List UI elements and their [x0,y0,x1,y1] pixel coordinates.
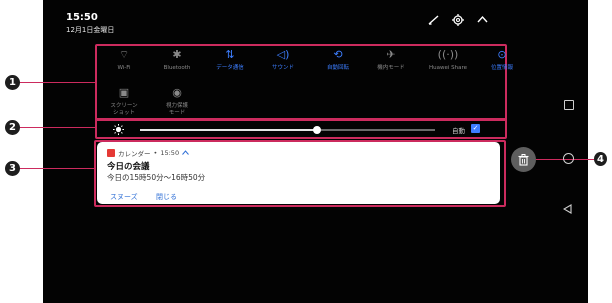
mobile-data-icon: ⇅ [225,48,235,61]
quick-toggle-label: 自動回転 [326,65,349,71]
auto-rotate-icon: ⟲ [333,48,343,61]
recent-apps-button[interactable] [564,100,574,110]
quick-toggle-7[interactable]: ⊙ 位置情報 [473,49,531,72]
quick-toggle-0[interactable]: ⌔ Wi-Fi [95,49,153,72]
notification-header: カレンダー • 15:50 [107,148,189,158]
quick-toggle-6[interactable]: ((·)) Huawei Share [419,49,477,72]
quick-toggle-label: 機内モード [377,65,405,71]
gear-icon[interactable] [452,14,464,28]
status-date: 12月1日金曜日 [66,26,115,34]
notification-title: 今日の会議 [107,162,150,172]
huawei-share-icon: ((·)) [437,48,459,61]
dismiss-button[interactable]: 閉じる [156,192,177,202]
home-button[interactable] [563,153,574,164]
status-time: 15:50 [66,12,98,23]
quick-toggle-5[interactable]: ✈ 機内モード [362,49,420,72]
quick-toggle-label: Huawei Share [428,65,468,71]
quick-toggle-label: Wi-Fi [117,65,131,71]
quick-toggle-label: サウンド [271,65,294,71]
quick-toggle-label: 位置情報 [490,65,513,71]
callout-line-1 [19,82,95,83]
quick-toggle-4[interactable]: ⟲ 自動回転 [309,49,367,72]
notification-separator: • [153,149,158,157]
screenshot-icon: ▣ [118,86,130,99]
notification-card[interactable]: カレンダー • 15:50 今日の会議 今日の15時50分～16時50分 スヌー… [97,142,500,204]
notification-app-name: カレンダー [118,150,151,158]
quick-toggle-9[interactable]: ◉ 視力保護 モード [148,87,206,117]
sound-icon: ◁) [276,48,290,61]
brightness-slider[interactable] [140,126,435,134]
callout-line-2 [19,127,95,128]
auto-brightness-label: 自動 [452,127,465,135]
callout-number-4: 4 [594,152,607,166]
quick-toggle-label: データ通信 [216,65,244,71]
brightness-slider-fill [140,129,317,131]
brightness-slider-thumb[interactable] [313,126,321,134]
clear-notifications-button[interactable] [511,147,536,172]
quick-toggle-label: Bluetooth [163,65,191,71]
bluetooth-icon: ✱ [172,48,182,61]
airplane-icon: ✈ [386,48,396,61]
location-icon: ⊙ [497,48,507,61]
snooze-button[interactable]: スヌーズ [110,192,138,202]
notification-body: 今日の15時50分～16時50分 [107,173,206,182]
notification-time: 15:50 [160,149,180,157]
callout-line-3 [19,168,94,169]
quick-toggle-8[interactable]: ▣ スクリーン ショット [95,87,153,117]
quick-toggle-label: スクリーン ショット [110,103,138,116]
back-button[interactable] [562,204,572,217]
quick-toggle-label: 視力保護 モード [165,103,188,116]
callout-number-1: 1 [5,75,20,90]
quick-toggle-1[interactable]: ✱ Bluetooth [148,49,206,72]
quick-toggle-2[interactable]: ⇅ データ通信 [201,49,259,72]
expand-chevron-icon[interactable] [182,149,189,157]
auto-brightness-checkbox[interactable]: ✓ [471,124,480,133]
callout-number-3: 3 [5,161,20,176]
quick-toggle-3[interactable]: ◁) サウンド [254,49,312,72]
brightness-icon [113,124,124,138]
chevron-up-icon[interactable] [477,14,488,27]
eye-comfort-icon: ◉ [172,86,182,99]
wifi-icon: ⌔ [118,48,130,61]
calendar-icon [107,149,115,157]
edit-icon[interactable] [428,14,439,27]
callout-number-2: 2 [5,120,20,135]
